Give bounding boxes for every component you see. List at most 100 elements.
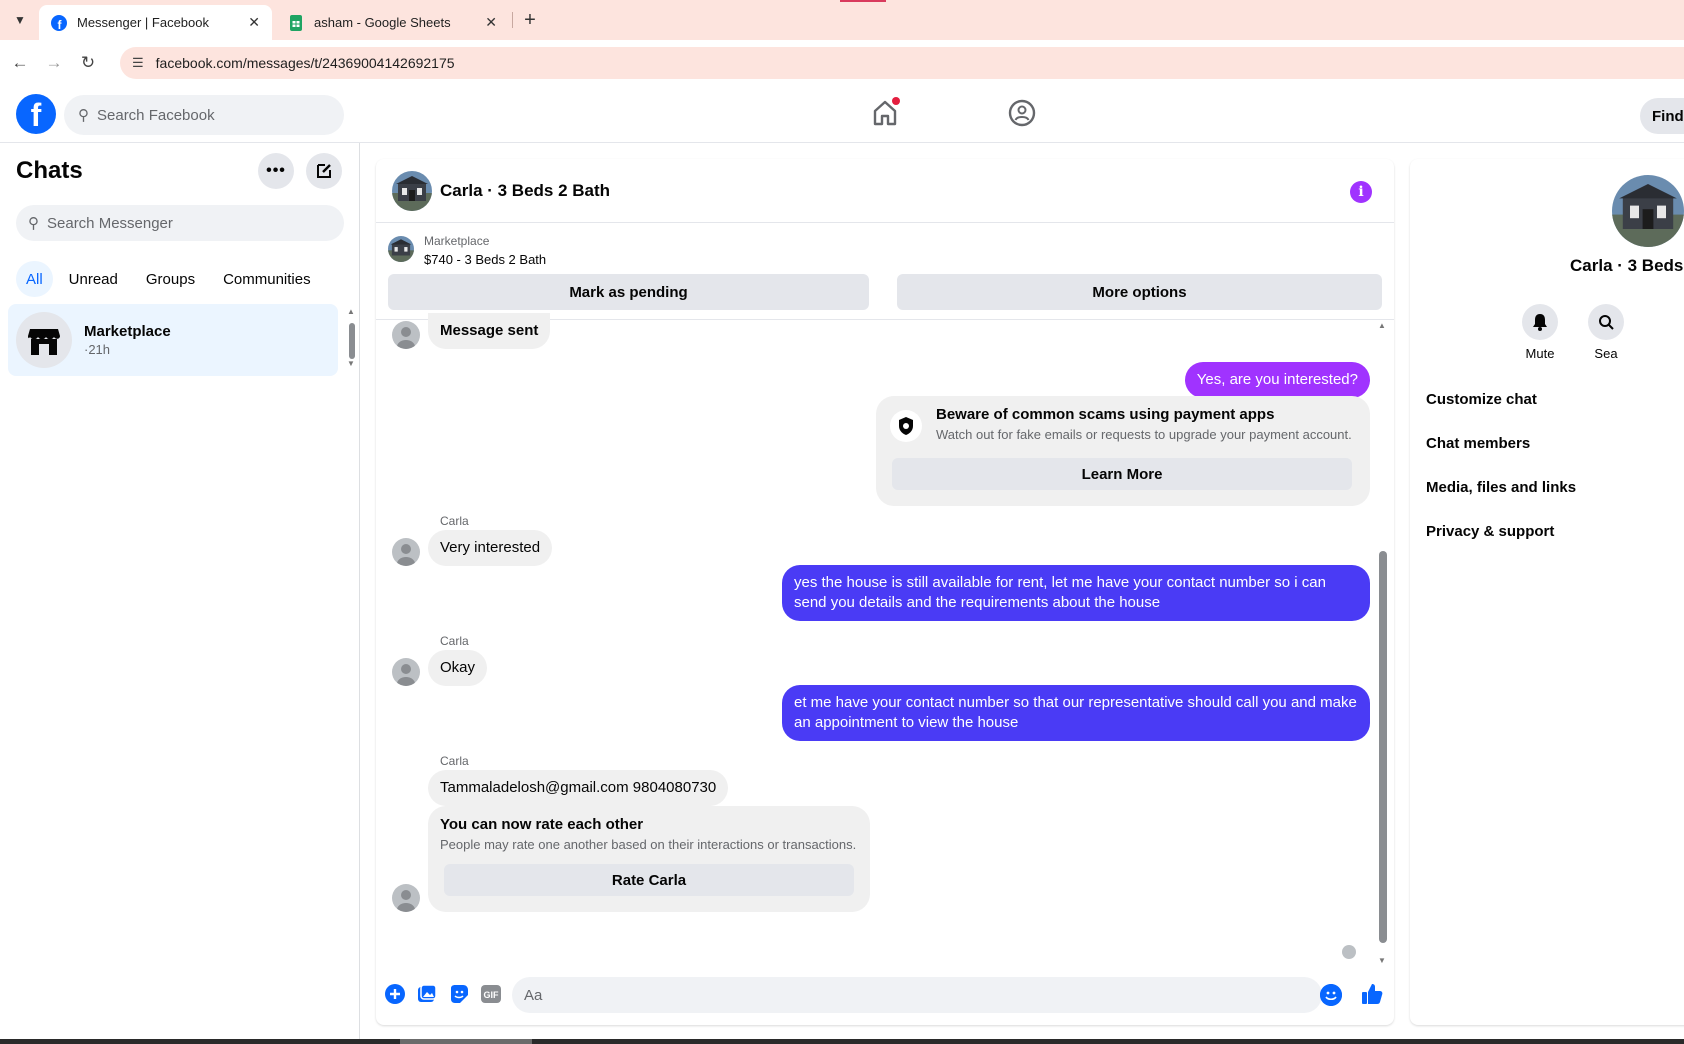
carla-avatar[interactable]: [392, 658, 420, 686]
reload-icon[interactable]: ↻: [76, 51, 100, 75]
more-dots-icon: •••: [266, 162, 286, 179]
mute-action[interactable]: Mute: [1510, 304, 1570, 361]
tab-search-dropdown[interactable]: ▼: [8, 8, 32, 32]
conversation-panel: Carla · 3 Beds 2 Bath i Marketplace $740…: [376, 159, 1394, 1025]
emoji-icon[interactable]: [1320, 984, 1342, 1006]
message-bubble[interactable]: Okay: [428, 650, 488, 686]
conversation-header: Carla · 3 Beds 2 Bath i: [376, 159, 1394, 223]
chat-filter-tabs: All Unread Groups Communities: [16, 261, 323, 297]
message-row: Tammaladelosh@gmail.com 9804080730: [428, 770, 729, 806]
carla-avatar[interactable]: [392, 538, 420, 566]
tab-google-sheets[interactable]: asham - Google Sheets ✕: [276, 5, 509, 40]
search-placeholder: Search Messenger: [47, 214, 173, 232]
message-bubble[interactable]: Very interested: [428, 530, 553, 566]
groups-icon[interactable]: [1008, 99, 1036, 127]
new-message-button[interactable]: [306, 153, 342, 189]
carla-avatar[interactable]: [392, 884, 420, 912]
messages-scrollbar[interactable]: ▲ ▼: [1376, 321, 1390, 965]
listing-thumbnail[interactable]: [388, 236, 414, 262]
compose-icon: [317, 164, 331, 178]
message-bubble[interactable]: Message sent: [428, 313, 551, 349]
back-arrow-icon[interactable]: ←: [8, 51, 32, 75]
tab-title: asham - Google Sheets: [314, 15, 451, 30]
chat-members-item[interactable]: Chat members: [1426, 435, 1530, 452]
tab-messenger[interactable]: f Messenger | Facebook ✕: [39, 5, 272, 40]
facebook-search-input[interactable]: ⚲ Search Facebook: [64, 95, 344, 135]
filter-all[interactable]: All: [16, 261, 53, 297]
message-bubble-outgoing[interactable]: Yes, are you interested?: [1184, 362, 1370, 398]
message-row: Okay: [392, 650, 488, 686]
url-bar[interactable]: ☰ facebook.com/messages/t/24369004142692…: [120, 47, 1684, 79]
listing-price-title[interactable]: $740 - 3 Beds 2 Bath: [424, 252, 546, 267]
plus-icon[interactable]: [384, 983, 406, 1005]
new-tab-button[interactable]: +: [518, 8, 542, 32]
tab-indicator: [840, 0, 886, 2]
scrollbar-thumb[interactable]: [1379, 551, 1387, 943]
photo-icon[interactable]: [416, 983, 438, 1005]
filter-groups[interactable]: Groups: [134, 261, 207, 297]
message-bubble-outgoing[interactable]: et me have your contact number so that o…: [782, 685, 1370, 741]
conversation-avatar[interactable]: [392, 170, 432, 211]
scam-warning-card: Beware of common scams using payment app…: [876, 396, 1370, 506]
notification-dot: [892, 97, 900, 105]
rate-carla-button[interactable]: Rate Carla: [444, 864, 854, 896]
message-row-outgoing: yes the house is still available for ren…: [782, 565, 1370, 621]
media-files-links-item[interactable]: Media, files and links: [1426, 479, 1576, 496]
privacy-support-item[interactable]: Privacy & support: [1426, 523, 1554, 540]
close-tab-icon[interactable]: ✕: [248, 14, 260, 31]
message-composer: GIF: [376, 965, 1394, 1025]
marketplace-listing-bar: Marketplace $740 - 3 Beds 2 Bath Mark as…: [376, 224, 1394, 320]
conversation-title: Carla · 3 Beds 2 Bath: [440, 180, 611, 200]
carla-avatar[interactable]: [392, 321, 420, 349]
chat-info-panel: Carla · 3 Beds 2 Mute Sea Customize chat…: [1410, 159, 1684, 1025]
message-bubble-outgoing[interactable]: yes the house is still available for ren…: [782, 565, 1370, 621]
gif-icon[interactable]: GIF: [480, 983, 502, 1005]
message-list: Message sent Yes, are you interested? Be…: [376, 313, 1394, 965]
storefront-icon: [28, 329, 60, 355]
customize-chat-item[interactable]: Customize chat: [1426, 391, 1537, 408]
mark-as-pending-button[interactable]: Mark as pending: [388, 274, 869, 310]
horizontal-scrollbar-thumb[interactable]: [400, 1039, 532, 1044]
horizontal-scrollbar[interactable]: [0, 1039, 1684, 1044]
search-placeholder: Search Facebook: [97, 106, 215, 124]
filter-unread[interactable]: Unread: [57, 261, 130, 297]
more-options-button[interactable]: More options: [897, 274, 1382, 310]
sticker-icon[interactable]: [448, 983, 470, 1005]
message-bubble[interactable]: Tammaladelosh@gmail.com 9804080730: [428, 770, 729, 806]
message-input[interactable]: [512, 977, 1322, 1013]
scroll-up-arrow-icon[interactable]: ▲: [347, 307, 355, 316]
scroll-up-arrow-icon[interactable]: ▲: [1378, 321, 1386, 330]
tab-separator: [512, 12, 513, 28]
message-row: Message sent: [392, 313, 551, 349]
marketplace-avatar: [16, 312, 72, 368]
shield-icon: [890, 410, 922, 442]
info-icon[interactable]: i: [1350, 181, 1372, 203]
house-photo-icon: [1612, 175, 1684, 247]
search-action[interactable]: Sea: [1576, 304, 1636, 361]
facebook-logo-icon[interactable]: f: [16, 94, 56, 134]
scroll-down-arrow-icon[interactable]: ▼: [1378, 956, 1386, 965]
find-friends-button[interactable]: Find: [1640, 98, 1684, 134]
site-info-icon[interactable]: ☰: [132, 55, 144, 71]
message-row: You can now rate each other People may r…: [392, 806, 870, 912]
url-text: facebook.com/messages/t/2436900414269217…: [155, 55, 455, 71]
forward-arrow-icon[interactable]: →: [42, 51, 66, 75]
scroll-down-arrow-icon[interactable]: ▼: [347, 359, 355, 368]
search-icon: [1588, 304, 1624, 340]
contact-avatar[interactable]: [1612, 175, 1684, 247]
person-icon: [397, 544, 415, 566]
sidebar-scrollbar[interactable]: ▲ ▼: [346, 307, 358, 368]
messenger-search-input[interactable]: ⚲ Search Messenger: [16, 205, 344, 241]
thumbs-up-icon[interactable]: [1360, 982, 1384, 1006]
rate-card-subtitle: People may rate one another based on the…: [440, 837, 857, 852]
chats-title: Chats: [16, 157, 83, 184]
search-label: Sea: [1594, 346, 1618, 361]
scam-warning-subtitle: Watch out for fake emails or requests to…: [936, 427, 1352, 442]
filter-communities[interactable]: Communities: [211, 261, 323, 297]
chat-time: ·21h: [84, 342, 111, 357]
chat-item-marketplace[interactable]: Marketplace ·21h: [8, 304, 338, 376]
scrollbar-thumb[interactable]: [349, 323, 355, 359]
close-tab-icon[interactable]: ✕: [485, 14, 497, 31]
learn-more-button[interactable]: Learn More: [892, 458, 1352, 490]
more-options-button[interactable]: •••: [258, 153, 294, 189]
